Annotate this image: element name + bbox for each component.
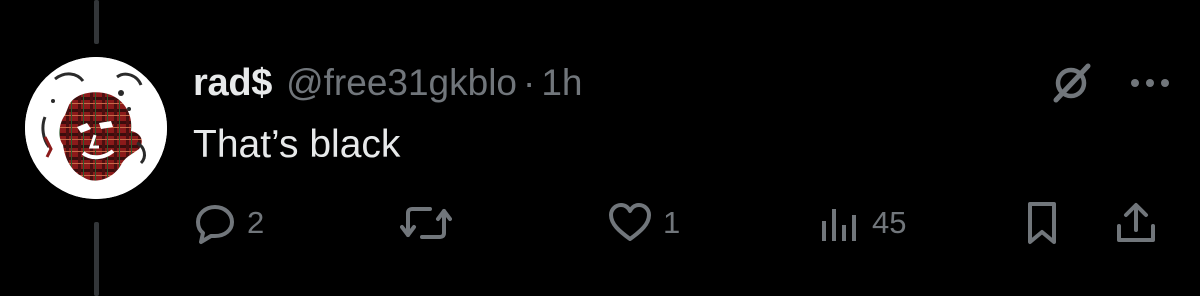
reply-button[interactable]: 2: [193, 198, 264, 248]
views-button[interactable]: 45: [818, 198, 906, 248]
bar-chart-icon: [822, 209, 856, 241]
grok-icon[interactable]: [1048, 60, 1094, 106]
tweet-timestamp[interactable]: 1h: [541, 62, 582, 104]
tweet[interactable]: rad$ @free31gkblo · 1h That’s black 2 1 …: [0, 0, 1200, 296]
share-button[interactable]: [1113, 198, 1159, 248]
like-button[interactable]: 1: [607, 198, 680, 248]
display-name[interactable]: rad$: [193, 62, 272, 105]
retweet-button[interactable]: [400, 198, 462, 248]
reply-bubble-icon: [196, 205, 234, 244]
retweet-icon: [400, 207, 452, 239]
bookmark-button[interactable]: [1022, 198, 1062, 248]
share-upload-icon: [1117, 203, 1155, 242]
tweet-text: That’s black: [193, 123, 401, 166]
more-horizontal-icon[interactable]: [1130, 77, 1170, 89]
like-count: 1: [663, 205, 681, 240]
tweet-actions: 2 1 45: [0, 198, 1200, 248]
tweet-header: rad$ @free31gkblo · 1h: [193, 55, 583, 111]
tweet-top-icons: [1048, 60, 1170, 106]
view-count: 45: [872, 205, 907, 240]
bookmark-icon: [1028, 202, 1056, 244]
thread-line-top: [94, 0, 99, 44]
avatar[interactable]: [25, 57, 167, 199]
header-separator: ·: [523, 62, 536, 103]
user-handle[interactable]: @free31gkblo: [286, 62, 517, 104]
heart-icon: [609, 203, 651, 241]
reply-count: 2: [247, 205, 265, 240]
